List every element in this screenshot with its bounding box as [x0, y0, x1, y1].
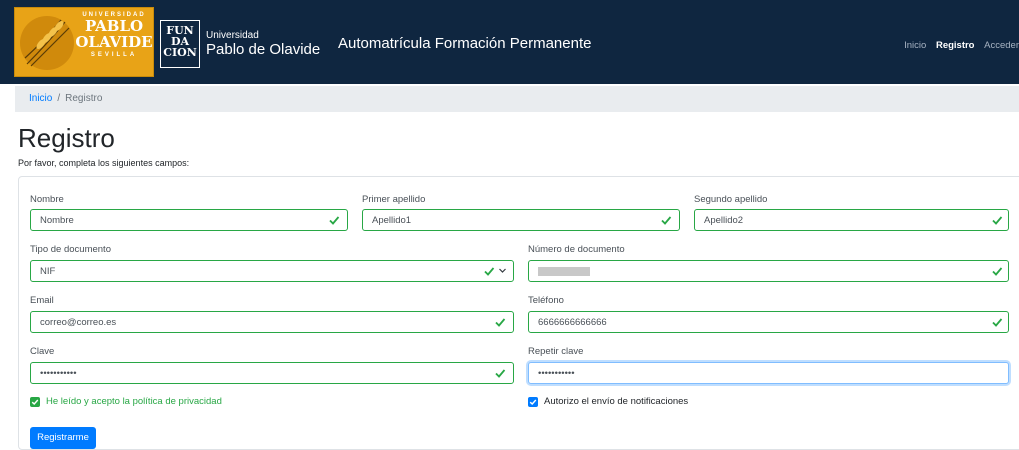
apellido2-input[interactable]: Apellido2 [694, 209, 1009, 231]
navbar: UNIVERSIDAD PABLO OLAVIDE SEVILLA FUN DA… [0, 0, 1019, 84]
clave-value: ••••••••••• [40, 368, 77, 379]
nombre-input[interactable]: Nombre [30, 209, 348, 231]
redacted-document-number [538, 267, 590, 276]
numero-documento-label: Número de documento [528, 244, 625, 255]
nav-link-registro[interactable]: Registro [936, 40, 975, 51]
apellido2-label: Segundo apellido [694, 194, 768, 205]
valid-check-icon [992, 267, 1003, 276]
tipo-documento-value: NIF [40, 266, 56, 277]
upo-logo-line1: PABLO [84, 17, 144, 35]
nombre-value: Nombre [40, 215, 74, 226]
clave-label: Clave [30, 346, 55, 357]
fundacion-university-name: Universidad Pablo de Olavide [206, 30, 320, 58]
page-title: Registro [18, 123, 115, 153]
clave-input[interactable]: ••••••••••• [30, 362, 514, 384]
telefono-label: Teléfono [528, 295, 564, 306]
valid-check-icon [329, 216, 340, 225]
valid-check-icon [484, 267, 495, 276]
breadcrumb-separator: / [57, 93, 61, 104]
telefono-value: 6666666666666 [538, 317, 607, 328]
valid-check-icon [495, 369, 506, 378]
notificaciones-label[interactable]: Autorizo el envío de notificaciones [544, 396, 688, 407]
email-value: correo@correo.es [40, 317, 117, 328]
valid-check-icon [992, 318, 1003, 327]
apellido1-label: Primer apellido [362, 194, 426, 205]
upo-logo[interactable]: UNIVERSIDAD PABLO OLAVIDE SEVILLA [14, 7, 154, 77]
valid-check-icon [495, 318, 506, 327]
privacidad-label[interactable]: He leído y acepto la política de privaci… [46, 396, 222, 407]
email-input[interactable]: correo@correo.es [30, 311, 514, 333]
nombre-label: Nombre [30, 194, 64, 205]
repetir-clave-label: Repetir clave [528, 346, 584, 357]
valid-check-icon [992, 216, 1003, 225]
privacidad-checkbox[interactable] [30, 396, 40, 407]
tipo-documento-select[interactable]: NIF [30, 260, 514, 282]
app-title: Automatrícula Formación Permanente [338, 35, 592, 52]
apellido2-value: Apellido2 [704, 215, 744, 226]
notificaciones-checkbox[interactable] [528, 396, 538, 407]
breadcrumb-current: Registro [65, 93, 103, 104]
repetir-clave-input[interactable]: ••••••••••• [528, 362, 1009, 384]
upo-logo-line2: OLAVIDE [75, 33, 153, 51]
valid-check-icon [661, 216, 672, 225]
tipo-documento-label: Tipo de documento [30, 244, 111, 255]
registrarme-button[interactable]: Registrarme [30, 427, 96, 449]
fundacion-logo-line3: CION [163, 46, 197, 59]
notificaciones-checkbox-row[interactable]: Autorizo el envío de notificaciones [528, 396, 688, 407]
breadcrumb-home-link[interactable]: Inicio [29, 93, 52, 104]
nav-links: Inicio Registro Acceder [897, 40, 1019, 51]
fundacion-univ-line2: Pablo de Olavide [206, 41, 321, 58]
fundacion-logo[interactable]: FUN DA CION [160, 20, 200, 68]
upo-logo-bottom: SEVILLA [90, 52, 138, 58]
numero-documento-input[interactable] [528, 260, 1009, 282]
nav-link-acceder[interactable]: Acceder [984, 40, 1019, 51]
page-subtitle: Por favor, completa los siguientes campo… [18, 158, 190, 168]
repetir-clave-value: ••••••••••• [538, 368, 575, 379]
wheat-icon [20, 16, 74, 70]
chevron-down-icon [499, 268, 506, 273]
checkbox-check-icon [31, 399, 39, 405]
apellido1-input[interactable]: Apellido1 [362, 209, 680, 231]
fundacion-univ-line1: Universidad [206, 30, 259, 41]
privacidad-checkbox-row[interactable]: He leído y acepto la política de privaci… [30, 396, 222, 407]
apellido1-value: Apellido1 [372, 215, 412, 226]
nav-link-inicio[interactable]: Inicio [904, 40, 926, 51]
telefono-input[interactable]: 6666666666666 [528, 311, 1009, 333]
breadcrumb: Inicio / Registro [15, 86, 1019, 112]
email-label: Email [30, 295, 54, 306]
checkbox-check-icon [529, 399, 537, 405]
